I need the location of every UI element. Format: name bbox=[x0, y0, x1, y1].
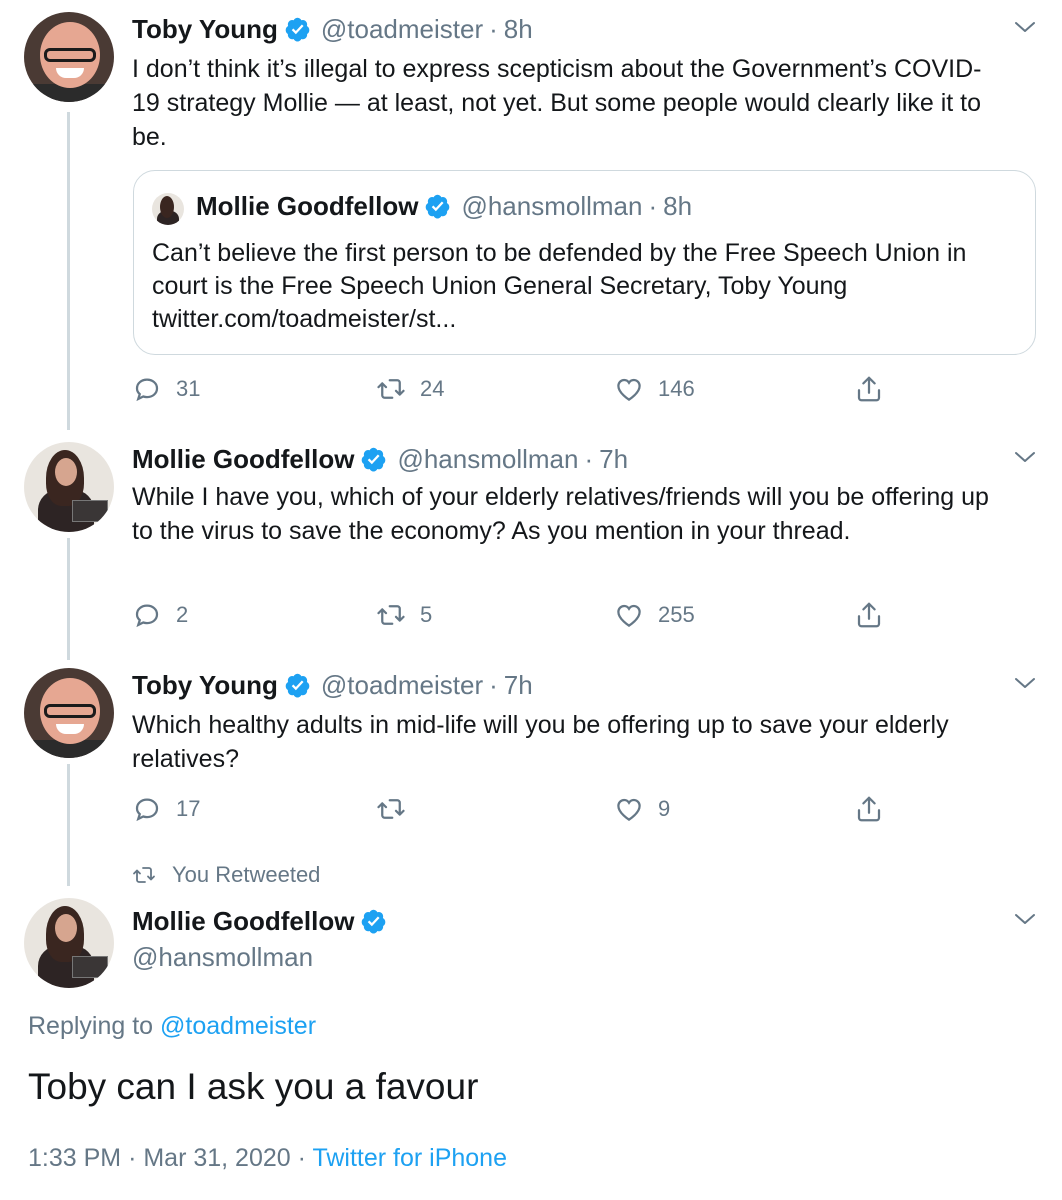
display-name[interactable]: Toby Young bbox=[132, 14, 278, 45]
chevron-down-icon[interactable] bbox=[1014, 912, 1036, 926]
like-button[interactable]: 9 bbox=[614, 794, 670, 824]
verified-badge-icon bbox=[284, 672, 311, 699]
retweet-context-label: You Retweeted bbox=[172, 862, 321, 887]
username[interactable]: @toadmeister bbox=[321, 14, 483, 45]
separator: · bbox=[489, 14, 498, 44]
display-name: Mollie Goodfellow bbox=[196, 191, 419, 221]
like-count: 9 bbox=[658, 796, 671, 821]
username[interactable]: @hansmollman bbox=[397, 444, 578, 475]
reply-count: 31 bbox=[176, 376, 201, 401]
tweet-text: I don’t think it’s illegal to express sc… bbox=[132, 55, 982, 151]
tweet-header: Mollie Goodfellow @hansmollman · 7h bbox=[132, 444, 628, 475]
quoted-tweet[interactable]: Mollie Goodfellow @hansmollman · 8h Can’… bbox=[133, 170, 1036, 355]
retweet-icon bbox=[376, 600, 406, 630]
reply-count: 17 bbox=[176, 796, 201, 821]
chevron-down-icon[interactable] bbox=[1014, 676, 1036, 690]
retweet-count: 5 bbox=[420, 602, 433, 627]
heart-icon bbox=[614, 374, 644, 404]
username[interactable]: @toadmeister bbox=[321, 670, 483, 701]
separator: · bbox=[584, 444, 594, 474]
replying-to-link[interactable]: @toadmeister bbox=[160, 1012, 316, 1040]
tweet-text: Which healthy adults in mid-life will yo… bbox=[132, 711, 949, 773]
timestamp[interactable]: 7h bbox=[504, 670, 533, 701]
tweet-actions: 2 5 255 bbox=[132, 600, 892, 634]
display-name[interactable]: Mollie Goodfellow bbox=[132, 906, 354, 937]
share-icon bbox=[854, 794, 884, 824]
timestamp[interactable]: 7h bbox=[599, 444, 628, 475]
replying-to: Replying to @toadmeister bbox=[28, 1012, 316, 1041]
reply-icon bbox=[132, 794, 162, 824]
reply-button[interactable]: 17 bbox=[132, 794, 200, 824]
reply-button[interactable]: 31 bbox=[132, 374, 200, 404]
timestamp[interactable]: 8h bbox=[504, 14, 533, 45]
separator: · bbox=[489, 670, 498, 700]
like-button[interactable]: 255 bbox=[614, 600, 695, 630]
thread-line bbox=[67, 112, 70, 430]
quoted-tweet-header: Mollie Goodfellow @hansmollman · 8h bbox=[196, 191, 692, 222]
chevron-down-icon[interactable] bbox=[1014, 450, 1036, 464]
like-button[interactable]: 146 bbox=[614, 374, 695, 404]
tweet-actions: 17 9 bbox=[132, 794, 892, 828]
retweet-count: 24 bbox=[420, 376, 445, 401]
reply-count: 2 bbox=[176, 602, 189, 627]
avatar bbox=[152, 193, 184, 225]
retweet-icon bbox=[376, 374, 406, 404]
separator: · bbox=[297, 1144, 306, 1172]
verified-badge-icon bbox=[424, 193, 451, 220]
tweet-header: Toby Young @toadmeister · 7h bbox=[132, 670, 533, 701]
like-count: 255 bbox=[658, 602, 695, 627]
replying-to-label: Replying to bbox=[28, 1012, 154, 1040]
thread-line bbox=[67, 764, 70, 886]
tweet-text: While I have you, which of your elderly … bbox=[132, 483, 989, 545]
chevron-down-icon[interactable] bbox=[1014, 20, 1036, 34]
avatar[interactable] bbox=[24, 668, 114, 758]
verified-badge-icon bbox=[360, 446, 387, 473]
avatar[interactable] bbox=[24, 442, 114, 532]
timestamp: 8h bbox=[663, 191, 693, 221]
tweet-text: Toby can I ask you a favour bbox=[28, 1066, 479, 1107]
reply-button[interactable]: 2 bbox=[132, 600, 188, 630]
retweet-button[interactable]: 5 bbox=[376, 600, 432, 630]
retweet-context: You Retweeted bbox=[132, 862, 320, 888]
display-name[interactable]: Mollie Goodfellow bbox=[132, 444, 354, 475]
heart-icon bbox=[614, 794, 644, 824]
heart-icon bbox=[614, 600, 644, 630]
username: @hansmollman bbox=[461, 191, 643, 221]
avatar[interactable] bbox=[24, 12, 114, 102]
avatar[interactable] bbox=[24, 898, 114, 988]
quoted-tweet-text: Can’t believe the first person to be def… bbox=[152, 239, 967, 333]
tweet-meta: 1:33 PM · Mar 31, 2020 · Twitter for iPh… bbox=[28, 1144, 507, 1173]
like-count: 146 bbox=[658, 376, 695, 401]
tweet-header: Toby Young @toadmeister · 8h bbox=[132, 14, 533, 45]
share-button[interactable] bbox=[854, 600, 898, 630]
retweet-icon bbox=[376, 794, 406, 824]
thread-line bbox=[67, 538, 70, 660]
share-icon bbox=[854, 374, 884, 404]
display-name[interactable]: Toby Young bbox=[132, 670, 278, 701]
reply-icon bbox=[132, 374, 162, 404]
share-icon bbox=[854, 600, 884, 630]
separator: · bbox=[128, 1144, 137, 1172]
tweet-date[interactable]: Mar 31, 2020 bbox=[143, 1144, 290, 1172]
username[interactable]: @hansmollman bbox=[132, 942, 313, 973]
separator: · bbox=[648, 191, 658, 221]
tweet-subheader: @hansmollman bbox=[132, 942, 313, 973]
tweet-time[interactable]: 1:33 PM bbox=[28, 1144, 121, 1172]
retweet-button[interactable]: 24 bbox=[376, 374, 444, 404]
tweet-client-link[interactable]: Twitter for iPhone bbox=[312, 1144, 507, 1172]
tweet-header: Mollie Goodfellow bbox=[132, 906, 387, 937]
retweet-icon bbox=[132, 863, 156, 887]
verified-badge-icon bbox=[360, 908, 387, 935]
verified-badge-icon bbox=[284, 16, 311, 43]
retweet-button[interactable] bbox=[376, 794, 420, 824]
reply-icon bbox=[132, 600, 162, 630]
tweet-actions: 31 24 146 bbox=[132, 374, 892, 408]
share-button[interactable] bbox=[854, 794, 898, 824]
share-button[interactable] bbox=[854, 374, 898, 404]
